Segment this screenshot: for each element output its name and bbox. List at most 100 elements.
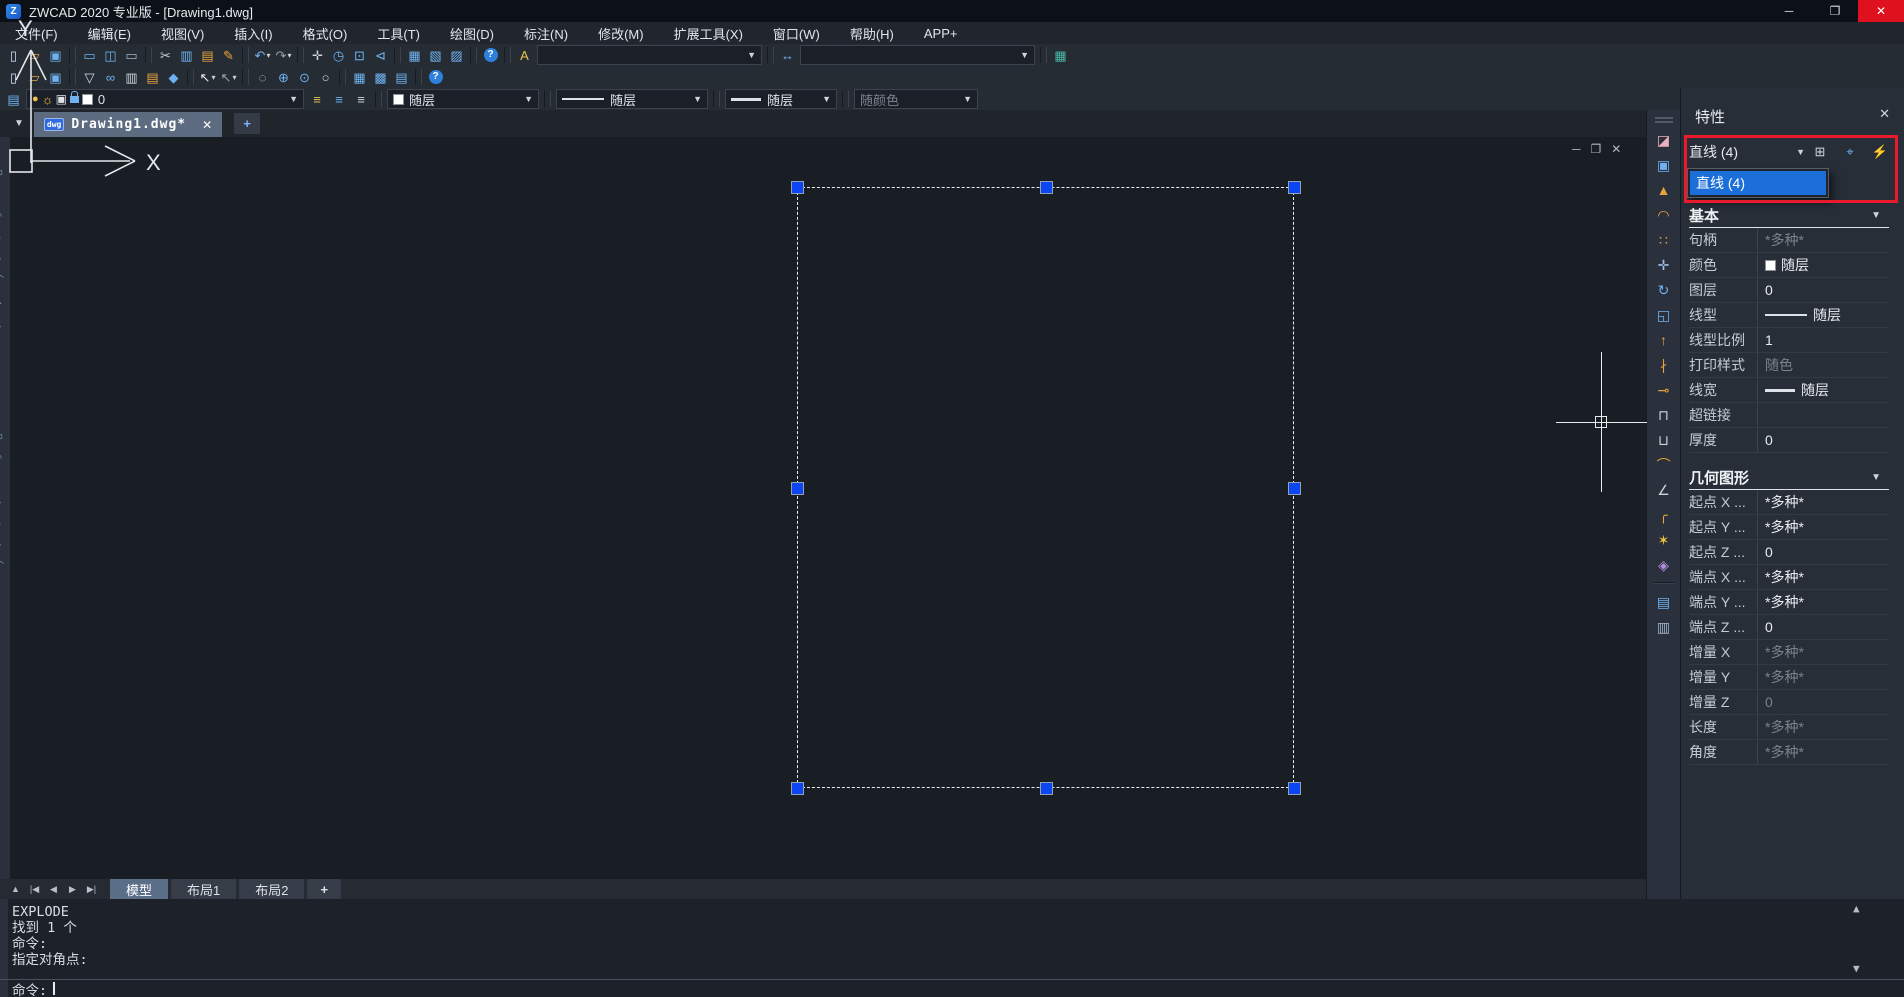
linetype-combo[interactable]: 随层 ▼ [556, 89, 708, 109]
scale-icon[interactable]: ◱ [1652, 302, 1676, 327]
clipped-toolbar-icon[interactable]: □ [0, 361, 10, 379]
trim-icon[interactable]: ∤ [1652, 352, 1676, 377]
menu-app-plus[interactable]: APP+ [909, 26, 973, 41]
selection-grip[interactable] [1288, 782, 1301, 795]
layout-tab-layout1[interactable]: 布局1 [171, 879, 236, 899]
lineweight-combo[interactable]: 随层 ▼ [725, 89, 837, 109]
property-row[interactable]: 起点 Y ... *多种* [1689, 515, 1889, 540]
layout-tab-model[interactable]: 模型 [110, 879, 168, 899]
zoom-object-icon[interactable]: ⊙ [294, 67, 315, 87]
menu-format[interactable]: 格式(O) [288, 24, 363, 43]
menu-dimension[interactable]: 标注(N) [509, 24, 583, 43]
selection-grip[interactable] [791, 782, 804, 795]
rotate-icon[interactable]: ↻ [1652, 277, 1676, 302]
entity-type-selector[interactable]: 直线 (4) ▼ [1689, 140, 1805, 164]
property-row[interactable]: 线宽 随层 [1689, 378, 1889, 403]
property-row[interactable]: 端点 X ... *多种* [1689, 565, 1889, 590]
property-row[interactable]: 线型 随层 [1689, 303, 1889, 328]
offset-icon[interactable]: ◠ [1652, 202, 1676, 227]
redo-icon[interactable]: ↷ ▾ [273, 45, 294, 65]
property-row[interactable]: 厚度 0 [1689, 428, 1889, 453]
clipped-toolbar-icon[interactable]: ▱ [0, 251, 10, 269]
command-input[interactable]: 命令: [0, 979, 1904, 997]
clipped-toolbar-icon[interactable]: ╲ [0, 383, 10, 401]
array-icon[interactable]: ∷ [1652, 227, 1676, 252]
dropdown-arrow-icon[interactable]: ▾ [287, 51, 291, 60]
draworder-back-icon[interactable]: ▥ [1652, 614, 1676, 639]
dropdown-arrow-icon[interactable]: ▾ [211, 73, 215, 82]
property-row[interactable]: 起点 Z ... 0 [1689, 540, 1889, 565]
chevron-down-icon[interactable]: ▼ [289, 94, 298, 104]
property-row[interactable]: 增量 X *多种* [1689, 640, 1889, 665]
quick-select-button[interactable]: ⊞ [1807, 141, 1833, 163]
property-row[interactable]: 句柄 *多种* [1689, 228, 1889, 253]
expand-command-button[interactable]: ▲ [6, 884, 25, 894]
fillet-icon[interactable]: ╭ [1652, 502, 1676, 527]
selection-grip[interactable] [1040, 181, 1053, 194]
selection-rectangle[interactable] [797, 187, 1294, 788]
selection-grip[interactable] [1288, 181, 1301, 194]
mirror-icon[interactable]: ▲ [1652, 177, 1676, 202]
select-icon[interactable]: ↖ ▾ [197, 67, 218, 87]
extend-icon[interactable]: ⊸ [1652, 377, 1676, 402]
layer-properties-icon[interactable]: ▦ [404, 45, 425, 65]
prev-layout-button[interactable]: ◀ [44, 884, 63, 895]
chevron-down-icon[interactable]: ▼ [963, 94, 972, 104]
clipped-toolbar-icon[interactable]: ╱ [0, 471, 10, 489]
join-icon[interactable]: ⌒ [1652, 452, 1676, 477]
grips-icon[interactable]: ↖ ▾ [218, 67, 239, 87]
child-close-button[interactable]: ✕ [1611, 142, 1621, 156]
clipped-toolbar-icon[interactable]: ⌒ [0, 273, 10, 291]
property-row[interactable]: 端点 Y ... *多种* [1689, 590, 1889, 615]
magnifier-icon[interactable]: ○ [315, 67, 336, 87]
last-layout-button[interactable]: ▶| [82, 884, 101, 895]
clipped-toolbar-icon[interactable]: ◇ [0, 317, 10, 335]
design-center-icon[interactable]: ▤ [391, 67, 412, 87]
clipped-toolbar-icon[interactable]: ◠ [0, 449, 10, 467]
toolbar-grip[interactable] [1655, 117, 1673, 119]
menu-express[interactable]: 扩展工具(X) [659, 24, 758, 43]
new-drawing-tab-button[interactable]: + [234, 113, 260, 134]
property-row[interactable]: 增量 Z 0 [1689, 690, 1889, 715]
selection-grip[interactable] [791, 482, 804, 495]
layout-tab-new-layout[interactable]: + [307, 879, 341, 899]
property-row[interactable]: 起点 X ... *多种* [1689, 490, 1889, 515]
clipped-toolbar-icon[interactable]: ○ [0, 185, 10, 203]
dim-style-icon[interactable]: ↔ [777, 45, 798, 65]
zoom-realtime-icon[interactable]: ◷ [328, 45, 349, 65]
lasso-icon[interactable]: ◌ [252, 67, 273, 87]
property-row[interactable]: 颜色 随层 [1689, 253, 1889, 278]
next-layout-button[interactable]: ▶ [63, 884, 82, 895]
dropdown-arrow-icon[interactable]: ▾ [266, 51, 270, 60]
property-row[interactable]: 增量 Y *多种* [1689, 665, 1889, 690]
clipped-toolbar-icon[interactable]: ◇ [0, 493, 10, 511]
menu-modify[interactable]: 修改(M) [583, 24, 659, 43]
layer-states-icon[interactable]: ▧ [425, 45, 446, 65]
paste-icon[interactable]: ▤ [197, 45, 218, 65]
section-geometry-header[interactable]: 几何图形 ▼ [1689, 466, 1889, 490]
zoom-window-icon[interactable]: ⊡ [349, 45, 370, 65]
stretch-icon[interactable]: ↑ [1652, 327, 1676, 352]
layer-isolate-icon[interactable]: ≡ [350, 92, 372, 107]
property-row[interactable]: 打印样式 随色 [1689, 353, 1889, 378]
clipped-toolbar-icon[interactable]: ▱ [0, 537, 10, 555]
copy-object-icon[interactable]: ▣ [1652, 152, 1676, 177]
menu-window[interactable]: 窗口(W) [758, 24, 835, 43]
property-row[interactable]: 端点 Z ... 0 [1689, 615, 1889, 640]
plotstyle-combo[interactable]: 随颜色 ▼ [854, 89, 978, 109]
move-icon[interactable]: ✛ [1652, 252, 1676, 277]
command-window[interactable]: EXPLODE找到 1 个命令:指定对角点: ▲ ▼ 命令: [0, 899, 1904, 997]
property-row[interactable]: 超链接 [1689, 403, 1889, 428]
property-row[interactable]: 图层 0 [1689, 278, 1889, 303]
child-restore-button[interactable]: ❐ [1591, 142, 1602, 156]
clipped-toolbar-icon[interactable]: ✛ [0, 295, 10, 313]
selection-grip[interactable] [1040, 782, 1053, 795]
match-properties-icon[interactable]: ✎ [218, 45, 239, 65]
dropdown-arrow-icon[interactable]: ▾ [232, 73, 236, 82]
tab-close-icon[interactable]: ✕ [202, 118, 212, 132]
clipped-toolbar-icon[interactable]: ▭ [0, 427, 10, 445]
maximize-button[interactable]: ❐ [1812, 0, 1858, 22]
palette-close-icon[interactable]: ✕ [1879, 106, 1890, 122]
color-combo[interactable]: 随层 ▼ [387, 89, 539, 109]
chevron-down-icon[interactable]: ▼ [693, 94, 702, 104]
